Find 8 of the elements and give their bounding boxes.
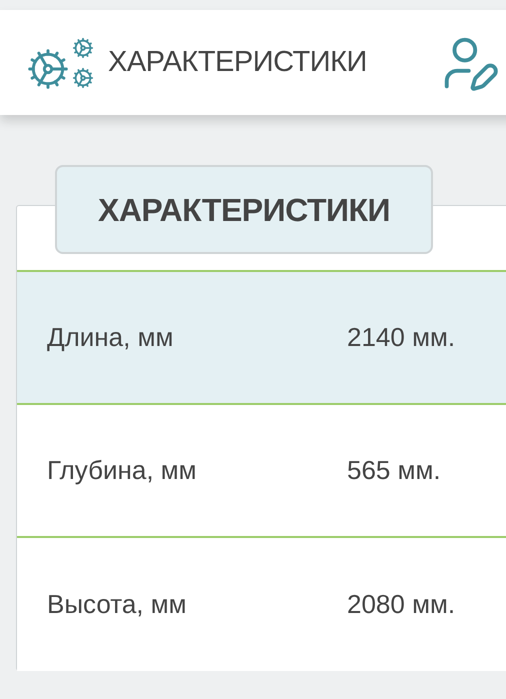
table-cell-text: 565 мм. (347, 454, 441, 487)
table-cell-text: Длина, мм (47, 321, 174, 354)
tab[interactable]: ХАРАКТЕРИСТИКИ (26, 36, 367, 88)
card-title: ХАРАКТЕРИСТИКИ (55, 165, 433, 254)
table-cell-text: Высота, мм (47, 588, 188, 621)
table-cell-text: Глубина, мм (47, 454, 198, 487)
table-cell-text: 2080 мм. (347, 588, 456, 621)
table-cell-text: 2140 мм. (347, 321, 456, 354)
